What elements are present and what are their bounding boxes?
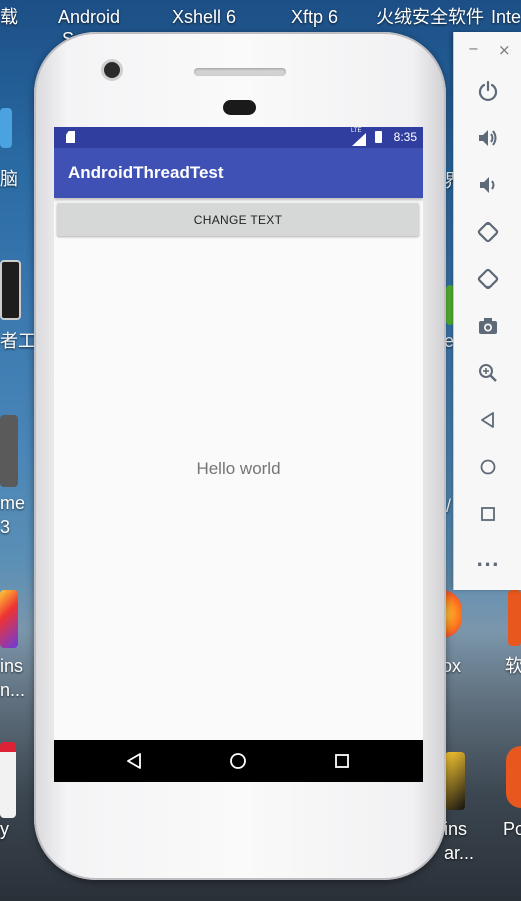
desktop-label[interactable]: 软 bbox=[505, 655, 521, 677]
desktop-label[interactable]: n... bbox=[0, 679, 25, 701]
overview-square-icon bbox=[335, 754, 349, 768]
nav-overview-button[interactable] bbox=[312, 740, 372, 782]
sd-card-icon bbox=[66, 131, 75, 143]
desktop-app-icon[interactable] bbox=[445, 752, 465, 810]
app-bar: AndroidThreadTest bbox=[54, 148, 423, 198]
desktop-label[interactable]: ar... bbox=[444, 842, 474, 864]
volume-up-icon bbox=[479, 130, 497, 146]
power-icon bbox=[478, 80, 498, 102]
hello-text-view: Hello world bbox=[196, 459, 281, 478]
desktop-label[interactable]: Po bbox=[503, 818, 521, 840]
rotate-right-button[interactable] bbox=[473, 264, 503, 294]
battery-icon bbox=[375, 131, 382, 143]
zoom-button[interactable] bbox=[473, 358, 503, 388]
volume-up-button[interactable] bbox=[473, 123, 503, 153]
earpiece bbox=[223, 100, 256, 115]
desktop-app-icon[interactable] bbox=[0, 590, 18, 648]
desktop-label[interactable]: Inte bbox=[491, 6, 521, 28]
volume-down-button[interactable] bbox=[473, 170, 503, 200]
rotate-left-button[interactable] bbox=[473, 217, 503, 247]
back-icon bbox=[481, 412, 494, 428]
camera-icon bbox=[479, 318, 497, 334]
nav-home-button[interactable] bbox=[208, 740, 268, 782]
power-button[interactable] bbox=[473, 76, 503, 106]
home-circle-icon bbox=[230, 753, 246, 769]
back-triangle-icon bbox=[127, 753, 141, 769]
desktop-app-icon[interactable] bbox=[0, 415, 18, 487]
overview-button[interactable] bbox=[473, 499, 503, 529]
desktop-label-xshell[interactable]: Xshell 6 bbox=[172, 6, 236, 28]
app-title: AndroidThreadTest bbox=[68, 163, 224, 182]
minimize-button[interactable]: − bbox=[468, 42, 479, 57]
desktop-label[interactable]: me bbox=[0, 492, 25, 514]
network-type-label: LTE bbox=[351, 128, 362, 134]
volume-down-icon bbox=[480, 177, 495, 193]
speaker-grille bbox=[194, 68, 286, 76]
status-bar: LTE 8:35 bbox=[54, 127, 423, 148]
emulator-toolbar: − × ... bbox=[453, 32, 521, 590]
clock: 8:35 bbox=[393, 130, 417, 144]
desktop-label[interactable]: ins bbox=[444, 818, 467, 840]
desktop-computer-icon[interactable] bbox=[0, 108, 12, 148]
desktop-label[interactable]: 载 bbox=[0, 6, 18, 28]
close-button[interactable]: × bbox=[498, 41, 511, 59]
navigation-bar bbox=[54, 740, 423, 782]
desktop-app-icon[interactable] bbox=[0, 742, 16, 818]
more-button[interactable]: ... bbox=[473, 546, 503, 576]
zoom-icon bbox=[479, 364, 497, 382]
front-camera bbox=[104, 62, 120, 78]
desktop-label-huorong[interactable]: 火绒安全软件 bbox=[376, 6, 484, 28]
desktop-label-android[interactable]: Android bbox=[58, 6, 120, 28]
change-text-button[interactable]: CHANGE TEXT bbox=[57, 203, 419, 236]
rotate-right-icon bbox=[477, 268, 499, 290]
desktop-label[interactable]: ins bbox=[0, 655, 23, 677]
desktop-label[interactable]: y bbox=[0, 818, 9, 840]
screenshot-button[interactable] bbox=[473, 311, 503, 341]
desktop-label[interactable]: 3 bbox=[0, 516, 10, 538]
toolbar-window-controls: − × bbox=[454, 41, 521, 62]
rotate-left-icon bbox=[477, 221, 499, 243]
desktop-app-icon[interactable] bbox=[506, 746, 521, 808]
overview-icon bbox=[481, 507, 495, 521]
desktop-app-icon[interactable] bbox=[508, 590, 521, 646]
desktop-label[interactable]: / bbox=[446, 495, 451, 517]
desktop-label[interactable]: 脑 bbox=[0, 168, 18, 190]
home-button[interactable] bbox=[473, 452, 503, 482]
home-icon bbox=[480, 459, 496, 475]
desktop-label-xftp[interactable]: Xftp 6 bbox=[291, 6, 338, 28]
more-icon: ... bbox=[476, 550, 500, 571]
device-screen: LTE 8:35 AndroidThreadTest CHANGE TEXT H… bbox=[54, 127, 423, 782]
back-button[interactable] bbox=[473, 405, 503, 435]
nav-back-button[interactable] bbox=[104, 740, 164, 782]
desktop-label[interactable]: 者工 bbox=[0, 330, 36, 352]
desktop-app-icon[interactable] bbox=[0, 260, 21, 320]
